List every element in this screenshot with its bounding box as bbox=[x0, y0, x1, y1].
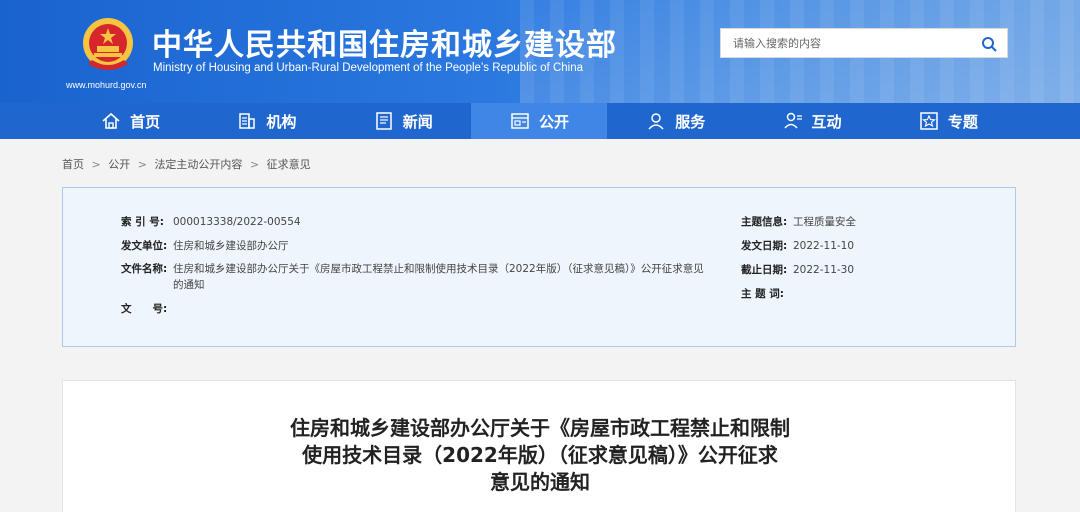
interact-icon bbox=[783, 112, 802, 129]
breadcrumb-separator: > bbox=[137, 158, 147, 171]
breadcrumb-link-statutory[interactable]: 法定主动公开内容 bbox=[154, 158, 242, 171]
search-icon bbox=[982, 37, 997, 52]
info-keywords-row: 主 题 词: bbox=[741, 286, 793, 301]
national-emblem-icon bbox=[80, 16, 136, 76]
search-box bbox=[720, 28, 1008, 58]
article-title-line: 住房和城乡建设部办公厅关于《房屋市政工程禁止和限制 bbox=[290, 416, 790, 440]
open-icon bbox=[511, 113, 529, 129]
info-label: 文 号: bbox=[121, 303, 168, 315]
nav-item-open[interactable]: 公开 bbox=[470, 103, 608, 139]
info-value: 住房和城乡建设部办公厅 bbox=[173, 240, 289, 252]
info-value: 2022-11-10 bbox=[793, 240, 855, 252]
article-panel: 住房和城乡建设部办公厅关于《房屋市政工程禁止和限制 使用技术目录（2022年版）… bbox=[62, 380, 1016, 512]
info-label: 索 引 号: bbox=[121, 216, 165, 228]
site-header: 中华人民共和国住房和城乡建设部 Ministry of Housing and … bbox=[0, 0, 1080, 103]
nav-label: 新闻 bbox=[402, 112, 433, 131]
building-icon bbox=[239, 113, 256, 129]
info-label: 截止日期: bbox=[741, 264, 788, 276]
home-icon bbox=[102, 112, 120, 129]
site-url: www.mohurd.gov.cn bbox=[66, 80, 147, 90]
info-index-row: 索 引 号: 000013338/2022-00554 bbox=[121, 214, 301, 229]
info-value: 000013338/2022-00554 bbox=[173, 216, 301, 228]
nav-label: 机构 bbox=[266, 112, 297, 131]
breadcrumb-separator: > bbox=[91, 158, 101, 171]
nav-label: 公开 bbox=[538, 112, 569, 131]
nav-label: 专题 bbox=[947, 112, 978, 131]
nav-label: 互动 bbox=[811, 112, 842, 131]
breadcrumb-link-open[interactable]: 公开 bbox=[108, 158, 130, 171]
info-value: 2022-11-30 bbox=[793, 264, 855, 276]
nav-item-topic[interactable]: 专题 bbox=[880, 103, 1016, 139]
site-subtitle: Ministry of Housing and Urban-Rural Deve… bbox=[153, 62, 583, 74]
nav-item-home[interactable]: 首页 bbox=[62, 103, 198, 139]
info-date-row: 发文日期: 2022-11-10 bbox=[741, 238, 854, 253]
breadcrumb: 首页 > 公开 > 法定主动公开内容 > 征求意见 bbox=[62, 156, 311, 172]
nav-label: 服务 bbox=[675, 112, 706, 131]
info-value: 住房和城乡建设部办公厅关于《房屋市政工程禁止和限制使用技术目录（2022年版）（… bbox=[173, 263, 704, 291]
search-button[interactable] bbox=[977, 32, 1001, 56]
document-info-box: 索 引 号: 000013338/2022-00554 发文单位: 住房和城乡建设部… bbox=[62, 187, 1016, 347]
nav-label: 首页 bbox=[130, 112, 161, 131]
nav-item-news[interactable]: 新闻 bbox=[335, 103, 471, 139]
main-nav: 首页 机构 新闻 公开 服务 互动 专题 bbox=[0, 103, 1080, 139]
info-label: 主 题 词: bbox=[741, 288, 785, 300]
service-icon bbox=[648, 113, 664, 130]
info-label: 主题信息: bbox=[741, 216, 788, 228]
info-label: 发文单位: bbox=[121, 240, 168, 252]
info-docname-row: 文件名称: 住房和城乡建设部办公厅关于《房屋市政工程禁止和限制使用技术目录（202… bbox=[121, 261, 711, 293]
article-title-line: 使用技术目录（2022年版）（征求意见稿）》公开征求 bbox=[302, 443, 778, 467]
info-publisher-row: 发文单位: 住房和城乡建设部办公厅 bbox=[121, 238, 289, 253]
nav-item-service[interactable]: 服务 bbox=[607, 103, 743, 139]
topic-icon bbox=[920, 112, 938, 130]
nav-item-interaction[interactable]: 互动 bbox=[743, 103, 879, 139]
info-label: 发文日期: bbox=[741, 240, 788, 252]
news-icon bbox=[375, 112, 392, 130]
info-docno-row: 文 号: bbox=[121, 301, 173, 316]
site-title: 中华人民共和国住房和城乡建设部 bbox=[152, 28, 617, 63]
article-title: 住房和城乡建设部办公厅关于《房屋市政工程禁止和限制 使用技术目录（2022年版）… bbox=[253, 415, 827, 496]
info-value: 工程质量安全 bbox=[793, 216, 856, 228]
breadcrumb-current[interactable]: 征求意见 bbox=[267, 158, 311, 171]
info-label: 文件名称: bbox=[121, 263, 168, 275]
search-input[interactable] bbox=[721, 29, 971, 57]
info-deadline-row: 截止日期: 2022-11-30 bbox=[741, 262, 854, 277]
article-title-line: 意见的通知 bbox=[490, 470, 590, 494]
info-subject-row: 主题信息: 工程质量安全 bbox=[741, 214, 856, 229]
breadcrumb-link-home[interactable]: 首页 bbox=[62, 158, 84, 171]
nav-item-organization[interactable]: 机构 bbox=[198, 103, 334, 139]
breadcrumb-separator: > bbox=[249, 158, 260, 171]
